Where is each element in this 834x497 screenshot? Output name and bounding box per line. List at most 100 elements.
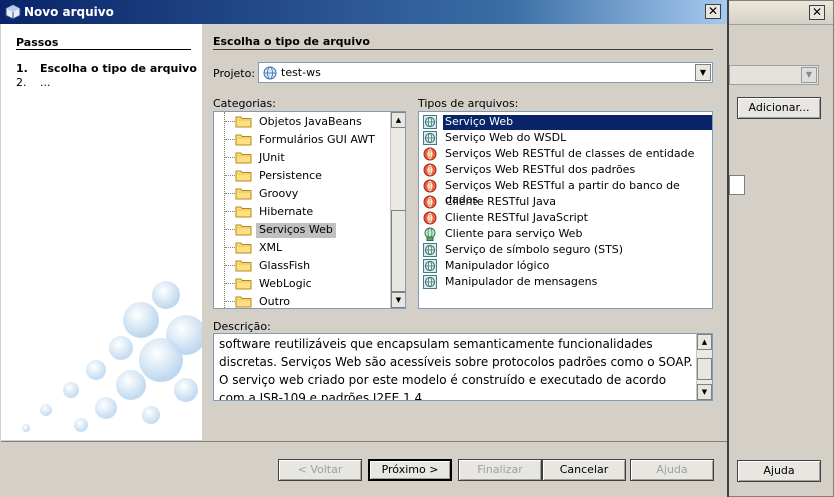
tree-item[interactable]: WebLogic: [214, 274, 390, 292]
close-button[interactable]: ✕: [705, 4, 721, 19]
proximo-button[interactable]: Próximo >: [368, 459, 452, 481]
rest-service-icon: [423, 163, 437, 177]
folder-icon: [235, 295, 252, 308]
list-item[interactable]: Serviço de símbolo seguro (STS): [421, 242, 712, 258]
tree-item-label: Outro: [259, 295, 290, 308]
web-service-icon: [423, 275, 437, 289]
tree-line: [225, 283, 235, 284]
list-item[interactable]: Manipulador lógico: [421, 258, 712, 274]
categories-tree[interactable]: Objetos JavaBeans Formulários GUI AWT JUni…: [213, 111, 406, 309]
rest-service-icon: [423, 211, 437, 225]
projeto-label: Projeto:: [213, 67, 256, 80]
list-item-label: Serviços Web RESTful de classes de entid…: [445, 147, 695, 160]
rest-service-icon: [423, 179, 437, 193]
description-text: software reutilizáveis que encapsulam se…: [219, 337, 693, 401]
folder-icon: [235, 277, 252, 290]
web-service-icon: [423, 131, 437, 145]
folder-icon: [235, 169, 252, 182]
descricao-label: Descrição:: [213, 320, 271, 333]
rest-service-icon: [423, 195, 437, 209]
tree-item-label: WebLogic: [259, 277, 312, 290]
window-title: Novo arquivo: [24, 5, 114, 19]
tree-item[interactable]: Persistence: [214, 166, 390, 184]
step-label: Escolha o tipo de arquivo: [40, 62, 197, 75]
divider: [16, 49, 191, 50]
tree-line: [225, 301, 235, 302]
tree-item-label: GlassFish: [259, 259, 311, 272]
tree-line: [225, 265, 235, 266]
description-scrollbar[interactable]: ▲ ▼: [696, 334, 712, 400]
list-item[interactable]: Manipulador de mensagens: [421, 274, 712, 290]
cancelar-button[interactable]: Cancelar: [542, 459, 626, 481]
list-item[interactable]: Cliente RESTful JavaScript: [421, 210, 712, 226]
chevron-down-icon[interactable]: ▼: [695, 64, 711, 81]
list-item-label: Serviço de símbolo seguro (STS): [445, 243, 624, 256]
globe-icon: [263, 66, 277, 80]
description-box[interactable]: software reutilizáveis que encapsulam se…: [213, 333, 713, 401]
list-item[interactable]: Serviço Web: [421, 114, 712, 130]
adicionar-button[interactable]: Adicionar...: [737, 97, 821, 119]
page-title: Escolha o tipo de arquivo: [213, 35, 370, 48]
tree-line: [225, 247, 235, 248]
tree-item-label: Persistence: [259, 169, 322, 182]
projeto-select[interactable]: test-ws ▼: [258, 62, 713, 83]
list-item-label: Cliente RESTful Java: [445, 195, 557, 208]
categories-scrollbar[interactable]: ▲ ▼: [390, 112, 405, 308]
tree-item-label: Formulários GUI AWT: [259, 133, 375, 146]
list-item-label: Manipulador de mensagens: [445, 275, 598, 288]
tree-line: [225, 175, 235, 176]
tree-item[interactable]: GlassFish: [214, 256, 390, 274]
categorias-label: Categorias:: [213, 97, 276, 110]
list-item-label: Serviço Web do WSDL: [445, 131, 567, 144]
ajuda-button[interactable]: Ajuda: [630, 459, 714, 481]
list-item[interactable]: Serviços Web RESTful dos padrões: [421, 162, 712, 178]
tree-item-label: Groovy: [259, 187, 299, 200]
tree-item[interactable]: Formulários GUI AWT: [214, 130, 390, 148]
finalizar-button[interactable]: Finalizar: [458, 459, 542, 481]
tree-item-label: Hibernate: [259, 205, 314, 218]
rest-service-icon: [423, 147, 437, 161]
scroll-up-icon[interactable]: ▲: [391, 112, 405, 128]
folder-icon: [235, 115, 252, 128]
tree-item[interactable]: Serviços Web: [214, 220, 390, 238]
tree-line: [225, 229, 235, 230]
list-item[interactable]: Serviço Web do WSDL: [421, 130, 712, 146]
steps-pane: Passos 1. Escolha o tipo de arquivo 2....: [1, 24, 202, 440]
background-close-button[interactable]: ✕: [809, 5, 825, 20]
tree-item-label: JUnit: [259, 151, 285, 164]
list-item[interactable]: Cliente para serviço Web: [421, 226, 712, 242]
step-2: 2....: [16, 76, 51, 89]
list-item[interactable]: Cliente RESTful Java: [421, 194, 712, 210]
scroll-down-icon[interactable]: ▼: [697, 384, 712, 400]
app-logo-icon: [5, 4, 21, 20]
background-ajuda-button[interactable]: Ajuda: [737, 460, 821, 482]
tree-line: [225, 121, 235, 122]
list-item-label: Cliente para serviço Web: [445, 227, 583, 240]
list-item-label: Serviço Web: [443, 115, 712, 130]
folder-icon: [235, 205, 252, 218]
steps-title: Passos: [16, 36, 59, 49]
web-service-icon: [423, 115, 437, 129]
tree-item[interactable]: JUnit: [214, 148, 390, 166]
folder-icon: [235, 133, 252, 146]
folder-icon: [235, 223, 252, 236]
scroll-thumb[interactable]: [697, 358, 712, 380]
list-item[interactable]: Serviços Web RESTful a partir do banco d…: [421, 178, 712, 206]
divider: [213, 49, 713, 50]
tree-line: [225, 157, 235, 158]
scroll-down-icon[interactable]: ▼: [391, 292, 405, 308]
step-number: 2.: [16, 76, 27, 89]
voltar-button[interactable]: < Voltar: [278, 459, 362, 481]
tree-item[interactable]: Objetos JavaBeans: [214, 112, 390, 130]
tree-item[interactable]: Hibernate: [214, 202, 390, 220]
scroll-thumb[interactable]: [391, 210, 405, 292]
list-item[interactable]: Serviços Web RESTful de classes de entid…: [421, 146, 712, 162]
tree-item[interactable]: Groovy: [214, 184, 390, 202]
file-types-list[interactable]: Serviço Web Serviço Web do WSDL Serviços W…: [418, 111, 713, 309]
tree-item[interactable]: Outro: [214, 292, 390, 308]
list-item-label: Cliente RESTful JavaScript: [445, 211, 588, 224]
tree-item-label: Objetos JavaBeans: [259, 115, 362, 128]
web-service-icon: [423, 259, 437, 273]
scroll-up-icon[interactable]: ▲: [697, 334, 712, 350]
tree-item[interactable]: XML: [214, 238, 390, 256]
